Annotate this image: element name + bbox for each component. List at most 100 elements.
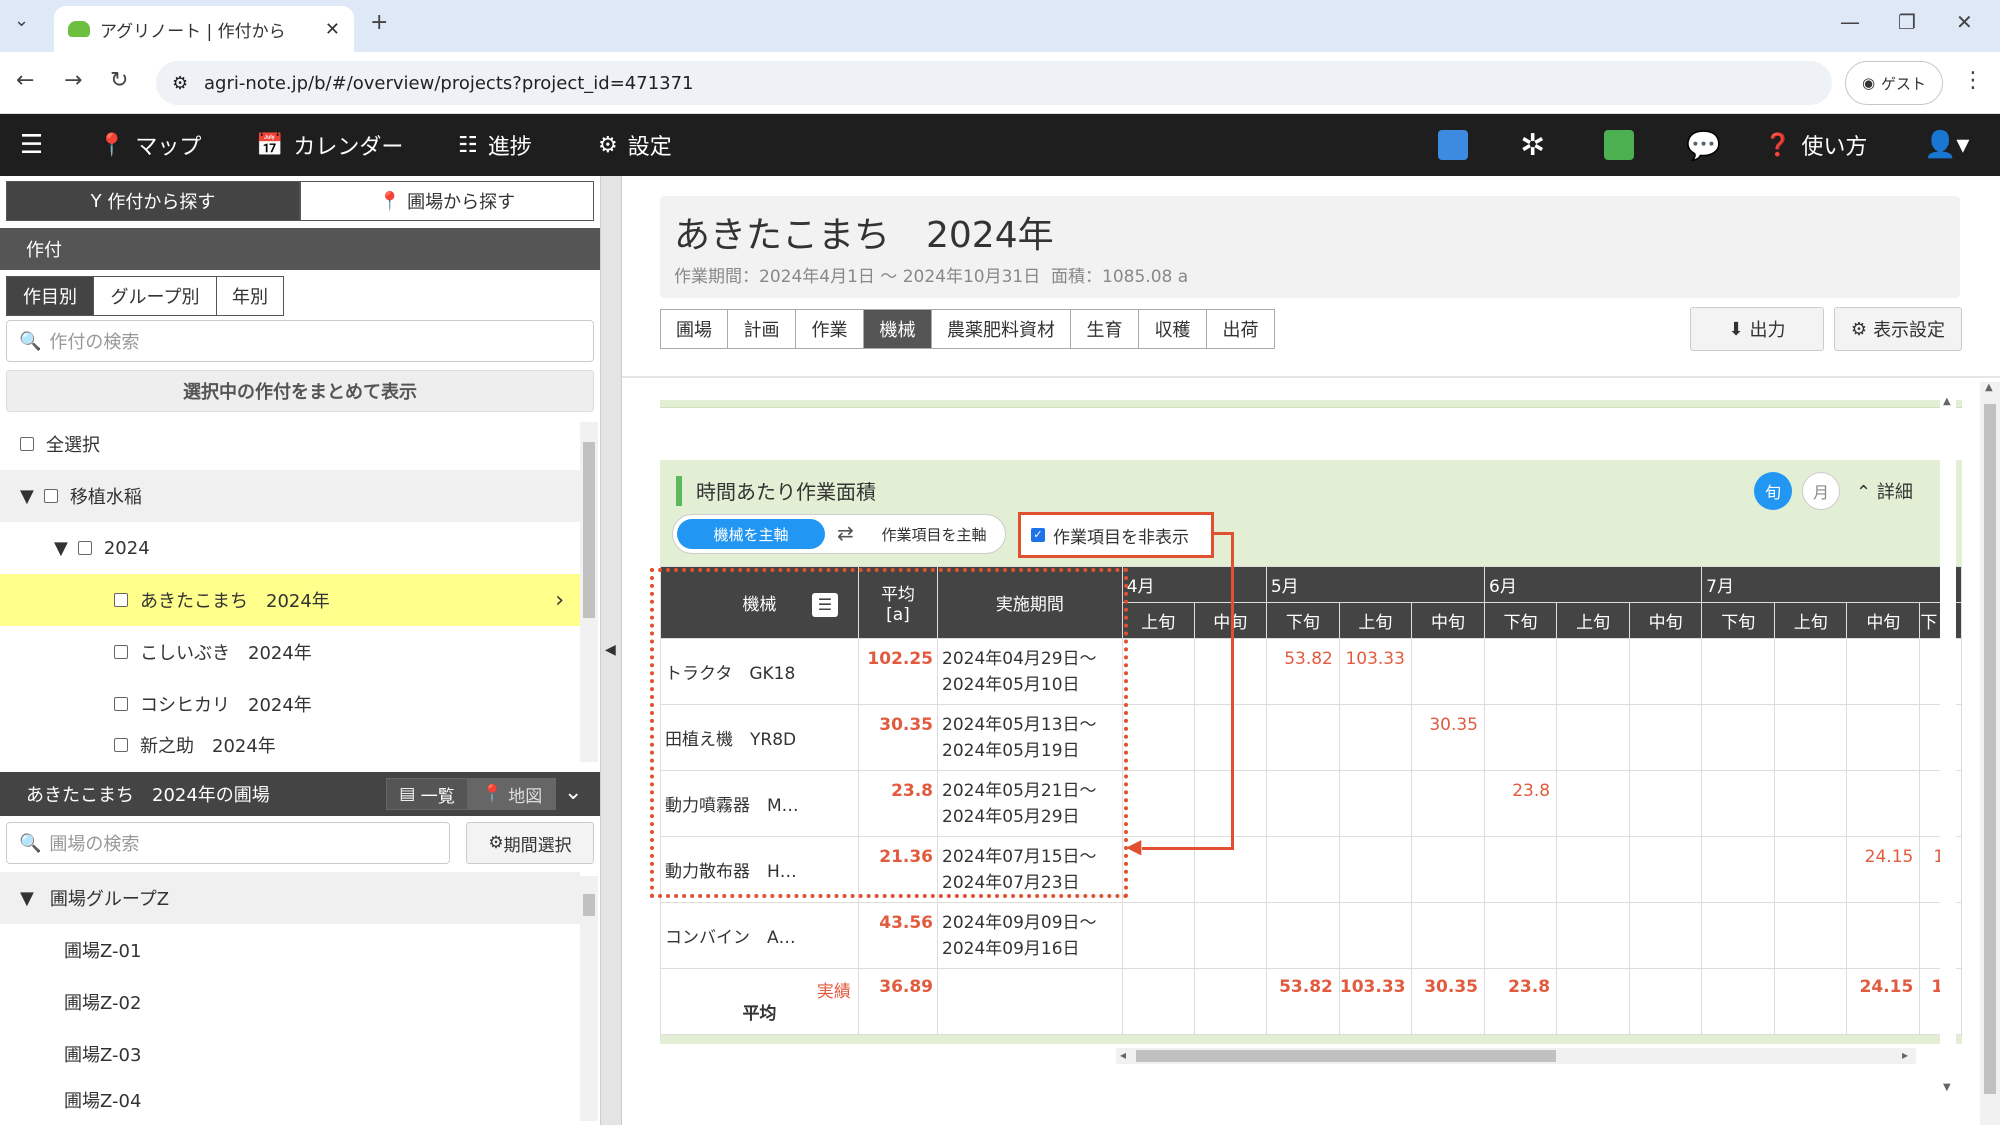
browser-tab[interactable]: アグリノート | 作付から ✕ (54, 6, 354, 52)
scroll-thumb[interactable] (1984, 404, 1996, 1094)
close-window-icon[interactable]: ✕ (1956, 10, 1973, 34)
tab-by-crop-type[interactable]: 作目別 (6, 276, 94, 316)
scroll-thumb[interactable] (583, 442, 595, 618)
forward-icon[interactable]: → (64, 68, 82, 93)
checkbox[interactable] (114, 645, 128, 659)
nav-settings[interactable]: ⚙ 設定 (598, 114, 672, 176)
mgr-app-icon[interactable] (1438, 114, 1468, 176)
badge-app-icon[interactable]: ✲ (1520, 114, 1545, 176)
collapse-left-icon[interactable]: ◀ (605, 642, 616, 658)
list-item[interactable]: こしいぶき 2024年 (0, 626, 580, 678)
field-item[interactable]: 圃場Z-04 (0, 1080, 580, 1120)
nav-progress[interactable]: ☷ 進捗 (458, 114, 532, 176)
scroll-thumb[interactable] (583, 894, 595, 916)
nav-calendar[interactable]: 📅 カレンダー (256, 114, 403, 176)
checkbox[interactable] (77, 541, 92, 555)
caret-down-icon[interactable]: ▼ (54, 538, 68, 559)
table-row[interactable]: コンバイン A… 43.56 2024年09月09日～ 2024年09月16日 (660, 902, 1962, 969)
browser-menu-icon[interactable]: ⋮ (1962, 68, 1984, 93)
scroll-up-icon[interactable]: ▲ (1943, 396, 1951, 407)
minimize-icon[interactable]: — (1840, 10, 1860, 34)
hide-work-items-toggle[interactable]: ✓ 作業項目を非表示 (1018, 512, 1214, 558)
user-menu-icon[interactable]: 👤▾ (1924, 114, 1969, 176)
content-scrollbar[interactable]: ▲ ▼ (1940, 396, 1956, 1096)
export-button[interactable]: ⬇ 出力 (1690, 307, 1824, 351)
period-select-button[interactable]: ⚙ 期間選択 (466, 822, 594, 864)
list-item[interactable]: コシヒカリ 2024年 (0, 678, 580, 730)
scroll-up-icon[interactable]: ▲ (1985, 382, 1993, 393)
checked-checkbox[interactable]: ✓ (1031, 528, 1045, 542)
scroll-left-icon[interactable]: ◂ (1120, 1048, 1126, 1062)
scroll-down-icon[interactable]: ▼ (1943, 1082, 1951, 1093)
tab-by-group[interactable]: グループ別 (93, 276, 217, 316)
select-all-row[interactable]: 全選択 (0, 418, 580, 470)
view-map-button[interactable]: 📍 地図 (468, 778, 556, 810)
seg-search-by-field[interactable]: 📍 圃場から探す (300, 181, 594, 221)
tab-shipping[interactable]: 出荷 (1206, 309, 1275, 349)
axis-switch[interactable]: 機械を主軸 ⇄ 作業項目を主軸 (672, 514, 1006, 554)
list-item[interactable]: あきたこまち 2024年 › (0, 574, 580, 626)
tree-category[interactable]: ▼ 移植水稲 (0, 470, 580, 522)
field-group-row[interactable]: ▼ 圃場グループZ (0, 872, 580, 924)
axis-machine-option[interactable]: 機械を主軸 (677, 519, 825, 549)
toggle-month-button[interactable]: 月 (1802, 472, 1840, 510)
new-tab-icon[interactable]: + (370, 10, 388, 35)
profile-button[interactable]: ◉ ゲスト (1845, 61, 1943, 105)
checkbox[interactable] (114, 697, 128, 711)
tab-plan[interactable]: 計画 (727, 309, 796, 349)
field-search-input[interactable]: 🔍 圃場の検索 (6, 822, 450, 864)
collapse-chevron-icon[interactable]: ⌄ (564, 780, 582, 805)
tab-list-icon[interactable]: ⌄ (14, 10, 29, 31)
tab-machines[interactable]: 機械 (863, 309, 932, 349)
field-item[interactable]: 圃場Z-03 (0, 1028, 580, 1080)
url-input[interactable]: ⚙ agri-note.jp/b/#/overview/projects?pro… (156, 61, 1832, 105)
crop-label: こしいぶき 2024年 (140, 643, 312, 664)
tab-chemicals[interactable]: 農薬肥料資材 (931, 309, 1071, 349)
panel-splitter[interactable]: ◀ (600, 176, 622, 1125)
checkbox[interactable] (20, 437, 34, 451)
scroll-right-icon[interactable]: ▸ (1902, 1048, 1908, 1062)
tab-by-year[interactable]: 年別 (216, 276, 284, 316)
list-item[interactable]: 新之助 2024年 (0, 730, 580, 760)
show-selected-crops-button[interactable]: 選択中の作付をまとめて表示 (6, 370, 594, 412)
axis-work-option[interactable]: 作業項目を主軸 (869, 519, 999, 549)
tab-work[interactable]: 作業 (795, 309, 864, 349)
table-horizontal-scrollbar[interactable]: ◂ ▸ (1116, 1048, 1916, 1064)
tab-growth[interactable]: 生育 (1070, 309, 1139, 349)
tab-harvest[interactable]: 収穫 (1138, 309, 1207, 349)
back-icon[interactable]: ← (16, 68, 34, 93)
checkbox[interactable] (43, 489, 58, 503)
detail-label: 詳細 (1876, 482, 1913, 503)
page-scrollbar[interactable]: ▲ (1980, 382, 2000, 1125)
field-item[interactable]: 圃場Z-01 (0, 924, 580, 976)
value-cell (1338, 770, 1412, 837)
checkbox[interactable] (114, 738, 128, 752)
caret-down-icon[interactable]: ▼ (20, 888, 34, 909)
seg-search-by-crop[interactable]: Y 作付から探す (6, 181, 300, 221)
field-item[interactable]: 圃場Z-02 (0, 976, 580, 1028)
close-tab-icon[interactable]: ✕ (325, 19, 340, 40)
tree-year[interactable]: ▼ 2024 (0, 522, 580, 574)
menu-toggle-icon[interactable]: ☰ (20, 114, 43, 176)
reload-icon[interactable]: ↻ (110, 68, 128, 93)
crop-list-scrollbar[interactable] (580, 422, 598, 762)
field-list-scrollbar[interactable] (580, 876, 598, 1121)
toggle-jun-button[interactable]: 旬 (1754, 472, 1792, 510)
crop-label: あきたこまち 2024年 (140, 591, 330, 612)
maximize-icon[interactable]: ❐ (1898, 10, 1916, 34)
tab-fields[interactable]: 圃場 (660, 309, 728, 349)
site-info-icon[interactable]: ⚙ (172, 73, 188, 94)
chat-icon[interactable]: 💬 (1686, 114, 1721, 176)
scroll-thumb[interactable] (1136, 1050, 1556, 1062)
field-label: 圃場Z-01 (64, 941, 142, 962)
display-settings-button[interactable]: ⚙ 表示設定 (1834, 307, 1962, 351)
period-end: 2024年09月16日 (942, 938, 1080, 959)
view-list-button[interactable]: ▤ 一覧 (386, 778, 468, 810)
caret-down-icon[interactable]: ▼ (20, 486, 34, 507)
nav-map[interactable]: 📍 マップ (98, 114, 201, 176)
checkbox[interactable] (114, 593, 128, 607)
sheet-app-icon[interactable] (1604, 114, 1634, 176)
nav-help[interactable]: ❓ 使い方 (1764, 114, 1867, 176)
detail-toggle[interactable]: ⌃ 詳細 (1856, 478, 1913, 504)
crop-search-input[interactable]: 🔍 作付の検索 (6, 320, 594, 362)
